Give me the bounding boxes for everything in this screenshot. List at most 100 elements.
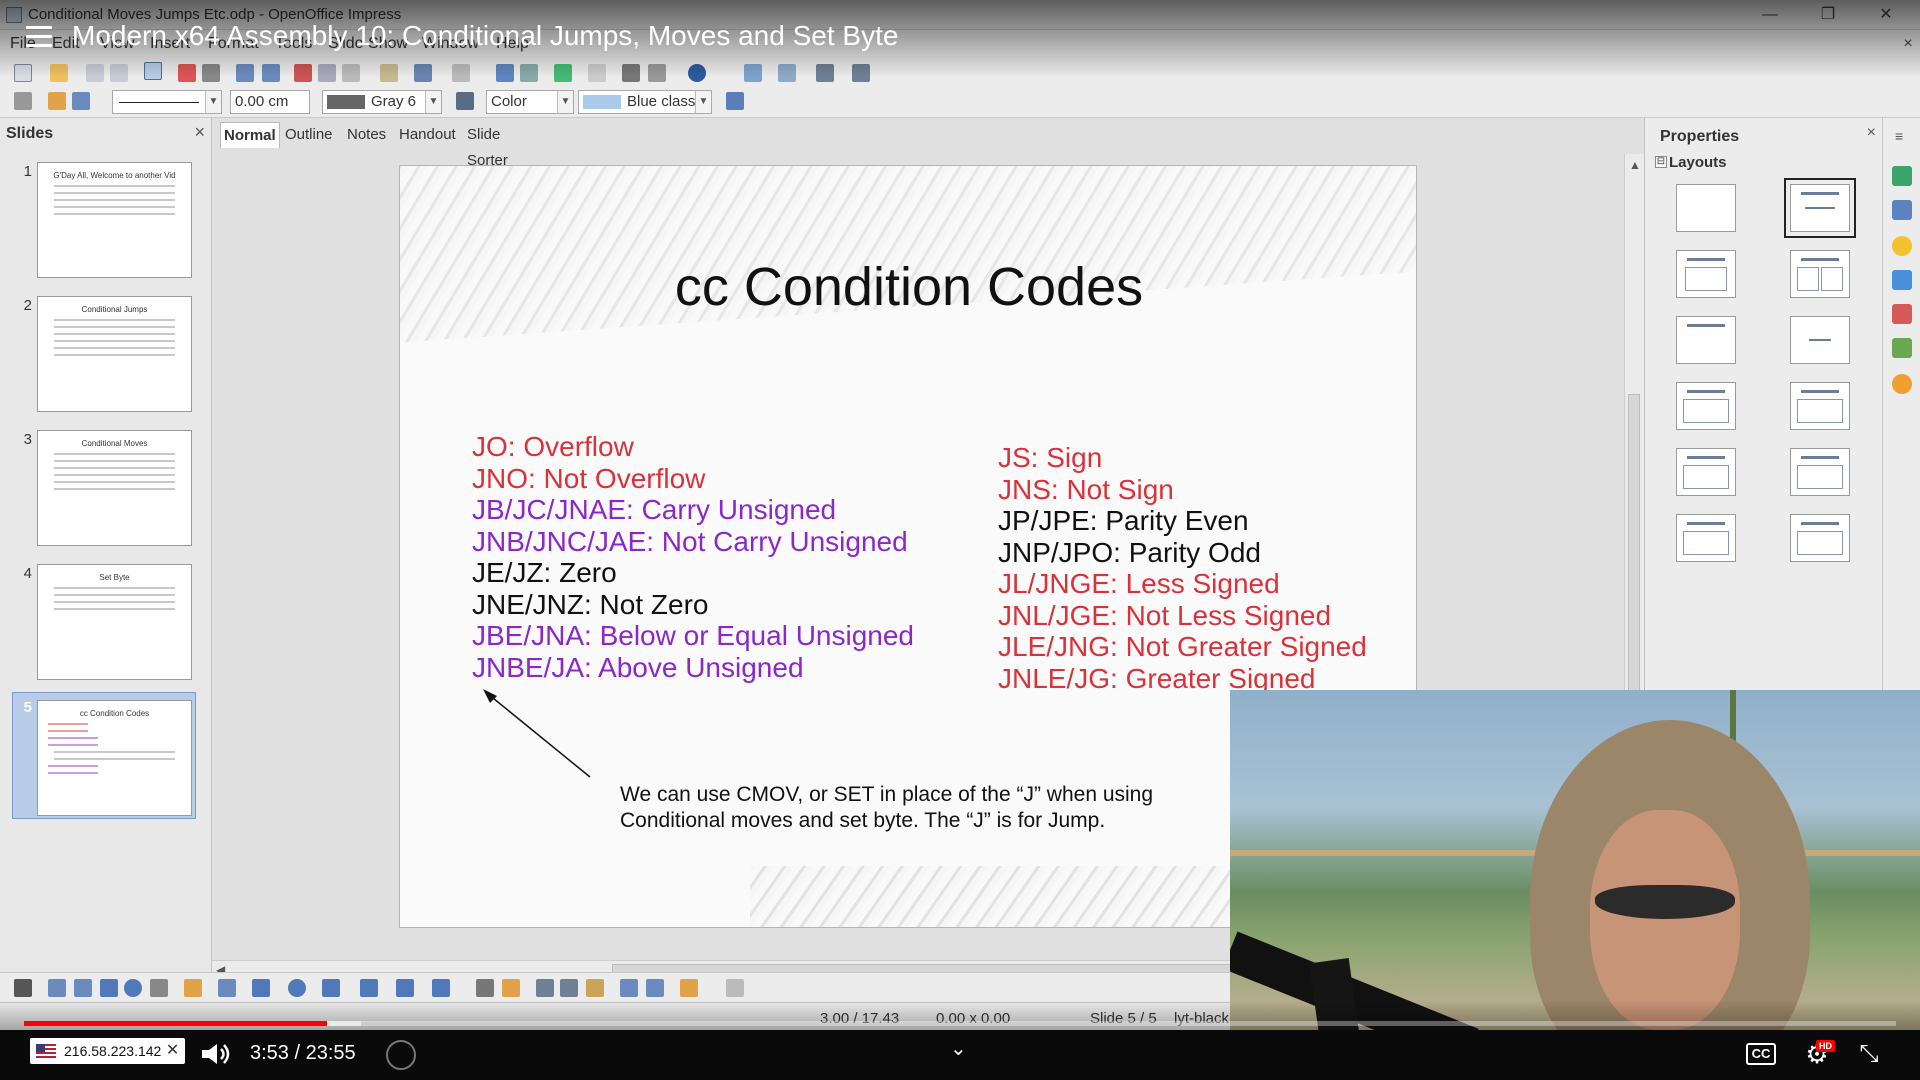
help-icon[interactable] (688, 64, 706, 82)
callouts-icon[interactable] (396, 979, 414, 997)
exit-fullscreen-icon[interactable]: ⤡ (1852, 1040, 1886, 1068)
spellcheck-icon[interactable] (236, 64, 254, 82)
layout-title-6-content[interactable] (1790, 514, 1850, 562)
export-pdf-icon[interactable] (178, 64, 196, 82)
undo-icon[interactable] (414, 64, 432, 82)
menu-view[interactable]: View (100, 35, 134, 53)
edit-mode-icon[interactable] (144, 62, 162, 80)
block-arrows-icon[interactable] (322, 979, 340, 997)
fontwork-icon[interactable] (536, 979, 554, 997)
progress-bar[interactable] (24, 1021, 1896, 1026)
slide-thumbnail-5[interactable]: cc Condition Codes (37, 700, 192, 816)
tab-handout[interactable]: Handout (396, 122, 459, 148)
hyperlink-icon[interactable] (554, 64, 572, 82)
slide-thumbnail-4[interactable]: Set Byte (37, 564, 192, 680)
save-icon[interactable] (86, 64, 104, 82)
close-window-button[interactable]: ✕ (1866, 3, 1906, 27)
obs-icon[interactable] (386, 1040, 416, 1070)
flowchart-icon[interactable] (360, 979, 378, 997)
format-paintbrush-icon[interactable] (380, 64, 398, 82)
area-fill-select[interactable]: Blue classic ▼ (578, 90, 712, 114)
grid-icon[interactable] (588, 64, 606, 82)
layout-blank[interactable] (1676, 184, 1736, 232)
copy-icon[interactable] (318, 64, 336, 82)
maximize-button[interactable]: ❐ (1808, 3, 1848, 27)
stars-icon[interactable] (432, 979, 450, 997)
paste-icon[interactable] (342, 64, 360, 82)
print-icon[interactable] (202, 64, 220, 82)
tab-normal[interactable]: Normal (220, 122, 280, 148)
cut-icon[interactable] (294, 64, 312, 82)
line-arrow-tool-icon[interactable] (74, 979, 92, 997)
select-arrow-icon[interactable] (14, 979, 32, 997)
slide-layout-icon[interactable] (744, 64, 762, 82)
line-icon[interactable] (48, 92, 66, 110)
text-tool-icon[interactable] (150, 979, 168, 997)
points-icon[interactable] (476, 979, 494, 997)
custom-animation-icon[interactable] (1892, 236, 1912, 256)
area-icon[interactable] (456, 92, 474, 110)
autospellcheck-icon[interactable] (262, 64, 280, 82)
close-document-button[interactable]: × (1888, 32, 1920, 56)
tab-notes[interactable]: Notes (344, 122, 389, 148)
layout-title-only-2[interactable] (1676, 316, 1736, 364)
close-icon[interactable]: ✕ (166, 1038, 179, 1064)
menu-format[interactable]: Format (208, 35, 259, 53)
line-tool-icon[interactable] (48, 979, 66, 997)
rotate-icon[interactable] (620, 979, 638, 997)
slide-transition-icon[interactable] (1892, 270, 1912, 290)
arrow-style-icon[interactable] (72, 92, 90, 110)
close-icon[interactable]: × (1867, 124, 1876, 142)
basic-shapes-icon[interactable] (252, 979, 270, 997)
slide-thumbnail-1[interactable]: G'Day All, Welcome to another Vid (37, 162, 192, 278)
slide-show-icon[interactable] (816, 64, 834, 82)
slide-thumbnail-2[interactable]: Conditional Jumps (37, 296, 192, 412)
layout-title-4-content[interactable] (1676, 514, 1736, 562)
line-color-select[interactable]: Gray 6 ▼ (322, 90, 442, 114)
scroll-up-icon[interactable]: ▲ (1629, 158, 1641, 172)
menu-tools[interactable]: Tools (275, 35, 312, 53)
menu-slide-show[interactable]: Slide Show (328, 35, 408, 53)
table-icon[interactable] (520, 64, 538, 82)
presentation-icon[interactable] (852, 64, 870, 82)
layout-title-content-and-2-content[interactable] (1790, 382, 1850, 430)
from-file-icon[interactable] (560, 979, 578, 997)
style-list-icon[interactable] (14, 92, 32, 110)
ip-address-badge[interactable]: 216.58.223.142 ✕ (30, 1038, 186, 1064)
slide-design-icon[interactable] (778, 64, 796, 82)
layout-centered-text[interactable] (1790, 316, 1850, 364)
extrusion-icon[interactable] (726, 979, 744, 997)
menu-icon[interactable] (26, 26, 52, 48)
master-pages-icon[interactable] (1892, 200, 1912, 220)
line-width-spinner[interactable]: 0.00 cm (230, 90, 310, 114)
minimize-button[interactable]: — (1750, 3, 1790, 27)
chevron-down-icon[interactable]: ⌄ (950, 1036, 967, 1061)
chart-icon[interactable] (496, 64, 514, 82)
layout-title-2-content-over-content[interactable] (1676, 448, 1736, 496)
draw-functions-icon[interactable] (622, 64, 640, 82)
menu-help[interactable]: Help (496, 35, 529, 53)
line-style-select[interactable]: ▼ (112, 90, 222, 114)
new-document-icon[interactable] (14, 64, 32, 82)
gallery-toolbar-icon[interactable] (586, 979, 604, 997)
navigator-icon[interactable] (1892, 374, 1912, 394)
properties-deck-icon[interactable] (1892, 166, 1912, 186)
redo-icon[interactable] (452, 64, 470, 82)
rectangle-tool-icon[interactable] (100, 979, 118, 997)
sidebar-menu-icon[interactable]: ≡ (1895, 128, 1903, 144)
email-icon[interactable] (110, 64, 128, 82)
connector-tool-icon[interactable] (218, 979, 236, 997)
arrange-icon[interactable] (680, 979, 698, 997)
curve-tool-icon[interactable] (184, 979, 202, 997)
tab-outline[interactable]: Outline (282, 122, 336, 148)
open-folder-icon[interactable] (50, 64, 68, 82)
gallery-icon[interactable] (1892, 338, 1912, 358)
menu-window[interactable]: Window (422, 35, 479, 53)
layouts-section-label[interactable]: Layouts (1669, 154, 1727, 171)
slide-thumbnail-3[interactable]: Conditional Moves (37, 430, 192, 546)
styles-icon[interactable] (1892, 304, 1912, 324)
volume-icon[interactable] (200, 1042, 234, 1066)
shadow-icon[interactable] (726, 92, 744, 110)
close-icon[interactable]: × (194, 122, 205, 143)
ellipse-tool-icon[interactable] (124, 979, 142, 997)
